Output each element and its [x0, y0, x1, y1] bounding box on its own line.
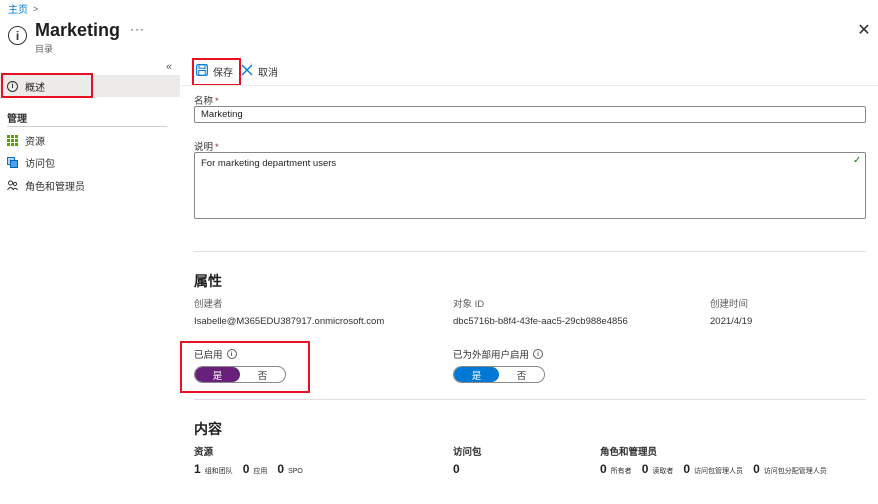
stat-label: SPO — [288, 468, 303, 475]
sidebar-item-roles[interactable]: 角色和管理员 — [7, 178, 85, 193]
toggle-yes-option[interactable]: 是 — [454, 367, 499, 382]
breadcrumb-separator: > — [33, 3, 39, 14]
object-id-label: 对象 ID — [453, 299, 485, 310]
people-icon — [7, 180, 18, 191]
stat-number[interactable]: 0 — [753, 462, 760, 476]
section-divider — [194, 399, 866, 400]
stat-label: 应用 — [253, 468, 268, 475]
description-label: 说明 * — [194, 139, 219, 153]
toggle-no-option[interactable]: 否 — [499, 367, 544, 382]
created-value: 2021/4/19 — [710, 316, 753, 327]
created-label: 创建时间 — [710, 299, 749, 310]
stat-number[interactable]: 1 — [194, 462, 201, 476]
sidebar-item-access-packages[interactable]: 访问包 — [7, 155, 55, 170]
properties-title: 属性 — [194, 273, 222, 289]
highlight-save — [192, 58, 241, 86]
access-packages-heading: 访问包 — [453, 447, 482, 458]
stat-number[interactable]: 0 — [453, 462, 460, 476]
collapse-sidebar-icon[interactable]: « — [166, 61, 172, 73]
name-label: 名称 * — [194, 93, 219, 107]
sidebar-section-manage: 管理 — [7, 114, 27, 125]
breadcrumb-home-link[interactable]: 主页 — [8, 1, 28, 16]
info-icon: i — [8, 26, 27, 45]
stat-number[interactable]: 0 — [277, 462, 284, 476]
access-packages-stats: 0 — [453, 462, 460, 476]
more-options-button[interactable]: ··· — [130, 22, 145, 36]
grid-icon — [7, 135, 18, 146]
stat-number[interactable]: 0 — [600, 462, 607, 476]
highlight-overview — [1, 73, 93, 98]
content-title: 内容 — [194, 421, 222, 437]
roles-stats: 0 所有者 0 读取者 0 访问包管理人员 0 访问包分配管理人员 — [600, 462, 833, 476]
close-icon[interactable]: ✕ — [856, 23, 872, 39]
stat-label: 组和团队 — [204, 468, 233, 475]
sidebar-item-label: 角色和管理员 — [25, 182, 85, 193]
sidebar-item-label: 资源 — [25, 137, 45, 148]
stat-label: 所有者 — [610, 468, 632, 475]
object-id-value: dbc5716b-b8f4-43fe-aac5-29cb988e4856 — [453, 316, 628, 327]
name-input[interactable]: Marketing — [194, 106, 866, 123]
section-divider — [194, 251, 866, 252]
stat-number[interactable]: 0 — [642, 462, 649, 476]
toolbar-divider — [180, 85, 878, 86]
roles-heading: 角色和管理员 — [600, 447, 658, 458]
cancel-icon — [241, 64, 253, 79]
creator-label: 创建者 — [194, 299, 223, 310]
valid-check-icon: ✓ — [853, 155, 862, 166]
cancel-button[interactable]: 取消 — [241, 64, 278, 79]
stat-number[interactable]: 0 — [243, 462, 250, 476]
sidebar-item-resources[interactable]: 资源 — [7, 133, 45, 148]
description-textarea[interactable]: For marketing department users — [194, 152, 866, 219]
highlight-enabled — [180, 341, 310, 393]
sidebar-divider — [7, 126, 167, 127]
package-icon — [7, 157, 18, 168]
creator-value: Isabelle@M365EDU387917.onmicrosoft.com — [194, 316, 385, 327]
stat-label: 访问包分配管理人员 — [763, 468, 827, 475]
sidebar-item-label: 访问包 — [25, 159, 55, 170]
info-icon[interactable]: i — [533, 349, 544, 359]
stat-label: 读取者 — [652, 468, 674, 475]
external-enabled-toggle[interactable]: 是 否 — [453, 366, 545, 383]
external-enabled-label: 已为外部用户启用 i — [453, 347, 544, 361]
stat-number[interactable]: 0 — [683, 462, 690, 476]
page-title: Marketing — [35, 20, 121, 40]
cancel-label: 取消 — [258, 68, 278, 79]
resources-stats: 1 组和团队 0 应用 0 SPO — [194, 462, 309, 476]
stat-label: 访问包管理人员 — [694, 468, 744, 475]
breadcrumb: 主页 > — [8, 1, 39, 17]
external-label-text: 已为外部用户启用 — [453, 350, 530, 361]
page-subtitle: 目录 — [35, 44, 54, 54]
resources-heading: 资源 — [194, 447, 214, 458]
